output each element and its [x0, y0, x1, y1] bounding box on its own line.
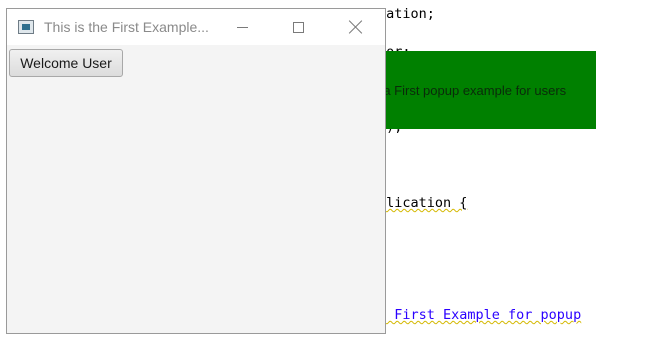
- window-title: This is the First Example...: [44, 19, 209, 35]
- app-window: This is the First Example... Welcome Use…: [6, 8, 386, 334]
- popup-panel: Its a First popup example for users: [368, 51, 596, 129]
- window-titlebar[interactable]: This is the First Example...: [7, 9, 385, 45]
- popup-text: Its a First popup example for users: [368, 83, 567, 98]
- code-line: plication {: [378, 195, 468, 211]
- maximize-button[interactable]: [275, 9, 321, 45]
- code-line: cation;: [378, 6, 435, 22]
- minimize-button[interactable]: [219, 9, 265, 45]
- welcome-user-button[interactable]: Welcome User: [9, 49, 123, 77]
- code-line-string: e First Example for popup: [378, 307, 582, 323]
- minimize-icon: [236, 26, 248, 28]
- java-app-icon: [18, 20, 34, 34]
- maximize-icon: [292, 21, 304, 33]
- close-button[interactable]: [333, 9, 379, 45]
- close-icon: [349, 20, 363, 34]
